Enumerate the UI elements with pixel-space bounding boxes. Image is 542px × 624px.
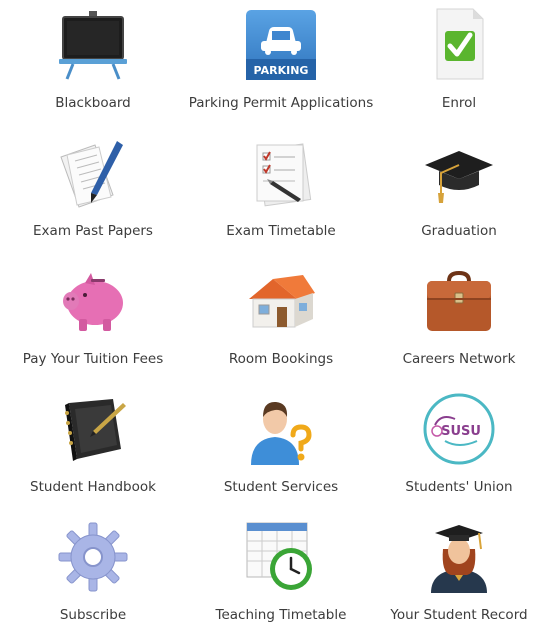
tile-label: Graduation [421, 223, 497, 239]
tile-label: Exam Timetable [226, 223, 336, 239]
tile-students-union[interactable]: SUSU Students' Union [376, 384, 542, 512]
tile-label: Parking Permit Applications [188, 95, 374, 111]
tile-label: Student Services [223, 479, 339, 495]
tile-pay-tuition-fees[interactable]: Pay Your Tuition Fees [0, 256, 186, 384]
susu-logo-text: SUSU [441, 424, 481, 439]
services-grid: Blackboard PARKING Parking Permit Applic… [0, 0, 542, 624]
tile-exam-past-papers[interactable]: Exam Past Papers [0, 128, 186, 256]
tile-label: Students' Union [405, 479, 513, 495]
gear-icon [53, 518, 133, 596]
tile-label: Careers Network [402, 351, 516, 367]
mortarboard-icon [419, 134, 499, 212]
tile-label: Subscribe [59, 607, 127, 623]
tile-student-services[interactable]: Student Services [186, 384, 376, 512]
tile-label: Exam Past Papers [33, 223, 153, 239]
person-help-icon [241, 390, 321, 468]
tile-label: Room Bookings [228, 351, 334, 367]
tile-blackboard[interactable]: Blackboard [0, 0, 186, 128]
tile-label: Teaching Timetable [215, 607, 347, 623]
blackboard-icon [53, 6, 133, 84]
tile-exam-timetable[interactable]: Exam Timetable [186, 128, 376, 256]
house-icon [241, 262, 321, 340]
susu-logo-icon: SUSU [419, 390, 499, 468]
graduate-person-icon [419, 518, 499, 596]
calendar-clock-icon [241, 518, 321, 596]
tile-enrol[interactable]: Enrol [376, 0, 542, 128]
tile-subscribe[interactable]: Subscribe [0, 512, 186, 624]
tile-label: Blackboard [55, 95, 131, 111]
papers-pen-icon [53, 134, 133, 212]
tile-parking-permit[interactable]: PARKING Parking Permit Applications [186, 0, 376, 128]
tile-your-student-record[interactable]: Your Student Record [376, 512, 542, 624]
enrol-checkmark-icon [419, 6, 499, 84]
parking-icon: PARKING [241, 6, 321, 84]
tile-graduation[interactable]: Graduation [376, 128, 542, 256]
tile-teaching-timetable[interactable]: Teaching Timetable [186, 512, 376, 624]
tile-careers-network[interactable]: Careers Network [376, 256, 542, 384]
tile-label: Your Student Record [390, 607, 528, 623]
tile-student-handbook[interactable]: Student Handbook [0, 384, 186, 512]
tile-label: Student Handbook [30, 479, 156, 495]
piggy-bank-icon [53, 262, 133, 340]
checklist-icon [241, 134, 321, 212]
tile-label: Pay Your Tuition Fees [22, 351, 164, 367]
parking-icon-text: PARKING [254, 64, 309, 77]
notebook-pen-icon [53, 390, 133, 468]
tile-label: Enrol [441, 95, 477, 111]
briefcase-icon [419, 262, 499, 340]
tile-room-bookings[interactable]: Room Bookings [186, 256, 376, 384]
